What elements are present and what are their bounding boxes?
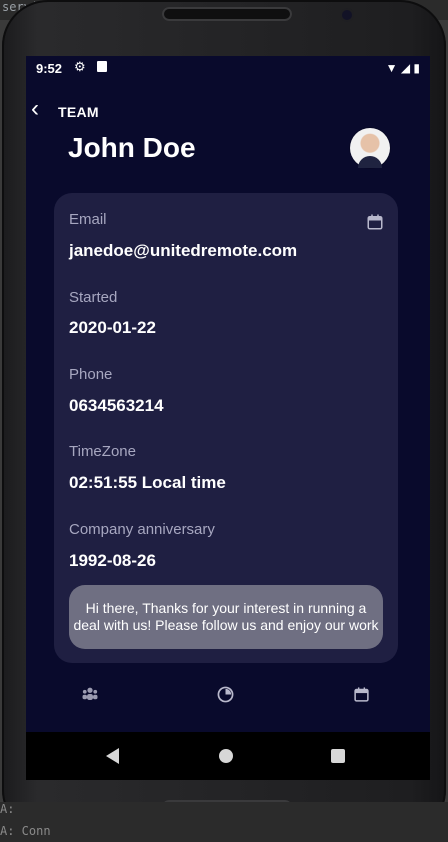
nav-title: TEAM [58, 104, 99, 120]
status-bar: 9:52 ⚙ ▼ ◢ ▮ [26, 56, 430, 80]
signal-icon: ◢ [400, 61, 411, 75]
timezone-label: TimeZone [69, 443, 136, 460]
people-icon[interactable] [81, 686, 99, 706]
bottom-tab-bar [26, 684, 430, 714]
clock-icon[interactable] [217, 686, 234, 707]
nav-home-icon[interactable] [219, 749, 233, 763]
console-line-2: A: Conn [0, 824, 51, 838]
started-value: 2020-01-22 [69, 318, 156, 337]
nav-recents-icon[interactable] [331, 749, 345, 763]
anniversary-label: Company anniversary [69, 521, 215, 538]
app-screen: 9:52 ⚙ ▼ ◢ ▮ ‹ TEAM John Doe Email janed… [26, 56, 430, 780]
calendar-icon[interactable] [366, 213, 384, 231]
ide-bottom-console: A: A: Conn [0, 802, 448, 842]
chevron-left-icon: ‹ [31, 95, 39, 122]
nav-back-icon[interactable] [106, 748, 119, 764]
phone-frame: 9:52 ⚙ ▼ ◢ ▮ ‹ TEAM John Doe Email janed… [2, 0, 446, 836]
status-time: 9:52 [36, 61, 63, 76]
info-message: Hi there, Thanks for your interest in ru… [69, 585, 383, 649]
wifi-icon: ▼ [385, 61, 398, 75]
speaker-top [162, 7, 292, 21]
app-top-bar: ‹ TEAM [26, 96, 430, 126]
started-label: Started [69, 289, 118, 306]
status-right-icons: ▼ ◢ ▮ [386, 61, 420, 75]
calendar-icon[interactable] [353, 686, 370, 707]
sd-card-icon [97, 61, 107, 72]
phone-value: 0634563214 [69, 396, 164, 415]
android-nav-bar [26, 732, 430, 780]
email-value: janedoe@unitedremote.com [69, 241, 298, 260]
battery-icon: ▮ [413, 61, 420, 75]
back-button[interactable]: ‹ [26, 96, 44, 122]
anniversary-value: 1992-08-26 [69, 551, 156, 570]
console-line-1: A: [0, 802, 15, 816]
camera-icon [342, 10, 352, 20]
gear-icon: ⚙ [74, 59, 86, 74]
phone-label: Phone [69, 366, 113, 383]
profile-card: Email janedoe@unitedremote.com Started 2… [54, 193, 398, 663]
avatar[interactable] [350, 128, 390, 168]
profile-name: John Doe [68, 132, 196, 163]
email-label: Email [69, 211, 107, 228]
timezone-value: 02:51:55 Local time [69, 473, 226, 492]
